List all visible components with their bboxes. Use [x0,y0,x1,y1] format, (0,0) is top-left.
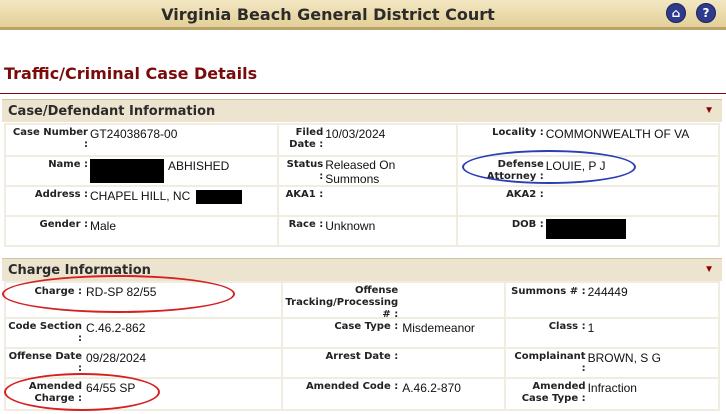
status-value: Released On Summons [325,158,396,186]
status-label: Status : [286,159,324,182]
defense-attorney-label: Defense Attorney : [486,159,544,182]
class-label: Class : [548,321,586,332]
offense-date-cell: Offense Date : 09/28/2024 [6,349,282,377]
charge-information-section-header[interactable]: Charge Information ▼ [2,258,722,281]
code-section-cell: Code Section : C.46.2-862 [6,319,282,347]
case-number-label: Case Number : [12,127,88,150]
summons-cell: Summons # : 244449 [505,283,718,317]
offense-tracking-label: Offense Tracking/Processing # : [285,285,399,320]
case-defendant-grid: Case Number : GT24038678-00 Filed Date :… [4,123,720,247]
locality-cell: Locality : COMMONWEALTH OF VA [457,125,718,155]
arrest-date-cell: Arrest Date : [283,349,504,377]
arrest-date-label: Arrest Date : [325,351,399,362]
amended-charge-cell: Amended Charge : 64/55 SP [6,379,282,409]
charge-cell: Charge : RD-SP 82/55 [6,283,282,317]
name-cell: Name : ABHISHED [6,157,278,185]
address-value: CHAPEL HILL, NC [90,189,191,203]
charge-information-grid: Charge : RD-SP 82/55 Offense Tracking/Pr… [4,281,720,411]
section-title: Case/Defendant Information [8,104,216,119]
race-cell: Race : Unknown [279,217,456,245]
amended-charge-label: Amended Charge : [28,381,82,404]
amended-case-type-label: Amended Case Type : [521,381,586,404]
class-value: 1 [587,321,595,335]
charge-value: RD-SP 82/55 [86,285,157,299]
title-divider [0,93,726,94]
offense-tracking-cell: Offense Tracking/Processing # : [283,283,504,320]
case-type-label: Case Type : [334,321,399,332]
page-title: Traffic/Criminal Case Details [4,64,258,83]
summons-label: Summons # : [511,286,586,297]
house-icon[interactable]: ⌂ [666,3,686,23]
court-name: Virginia Beach General District Court [161,5,495,24]
case-number-value: GT24038678-00 [90,127,178,141]
question-icon[interactable]: ? [696,3,716,23]
filed-date-cell: Filed Date : 10/03/2024 [279,125,456,155]
aka1-cell: AKA1 : [279,187,456,215]
amended-code-cell: Amended Code : A.46.2-870 [283,379,504,409]
defense-attorney-value: LOUIE, P J [545,159,606,173]
race-value: Unknown [325,219,376,233]
collapse-triangle-icon[interactable]: ▼ [704,264,714,275]
amended-code-value: A.46.2-870 [402,381,461,395]
aka1-label: AKA1 : [285,189,324,200]
filed-date-label: Filed Date : [289,127,324,150]
dob-cell: DOB : [457,217,718,245]
redaction-block [90,159,164,183]
name-label: Name : [48,159,88,170]
case-defendant-section-header[interactable]: Case/Defendant Information ▼ [2,99,722,122]
defense-attorney-cell: Defense Attorney : LOUIE, P J [457,157,718,185]
complainant-cell: Complainant : BROWN, S G [505,349,718,377]
amended-case-type-cell: Amended Case Type : Infraction [505,379,718,409]
section-title: Charge Information [8,263,151,278]
status-cell: Status : Released On Summons [279,157,456,186]
case-type-value: Misdemeanor [402,321,475,335]
race-label: Race : [288,219,324,230]
charge-label: Charge : [34,286,82,297]
redaction-block [196,190,242,204]
gender-label: Gender : [39,219,88,230]
dob-label: DOB : [511,219,544,230]
offense-date-value: 09/28/2024 [86,351,147,365]
complainant-label: Complainant : [514,351,586,374]
locality-label: Locality : [492,127,544,138]
filed-date-value: 10/03/2024 [325,127,386,141]
offense-date-label: Offense Date : [8,351,82,374]
address-cell: Address : CHAPEL HILL, NC [6,187,278,215]
amended-code-label: Amended Code : [305,381,399,392]
address-label: Address : [34,189,88,200]
gender-cell: Gender : Male [6,217,278,245]
top-header-bar: Virginia Beach General District Court ⌂ … [0,0,726,30]
gender-value: Male [90,219,117,233]
code-section-value: C.46.2-862 [86,321,146,335]
class-cell: Class : 1 [505,319,718,347]
amended-charge-value: 64/55 SP [86,381,136,395]
case-number-cell: Case Number : GT24038678-00 [6,125,278,155]
code-section-label: Code Section : [8,321,82,344]
redaction-block [545,219,626,239]
case-type-cell: Case Type : Misdemeanor [283,319,504,347]
name-value: ABHISHED [168,159,230,173]
aka2-label: AKA2 : [506,189,544,200]
aka2-cell: AKA2 : [457,187,718,215]
complainant-value: BROWN, S G [587,351,661,365]
collapse-triangle-icon[interactable]: ▼ [704,105,714,116]
summons-value: 244449 [587,285,628,299]
amended-case-type-value: Infraction [587,381,637,395]
locality-value: COMMONWEALTH OF VA [545,127,690,141]
